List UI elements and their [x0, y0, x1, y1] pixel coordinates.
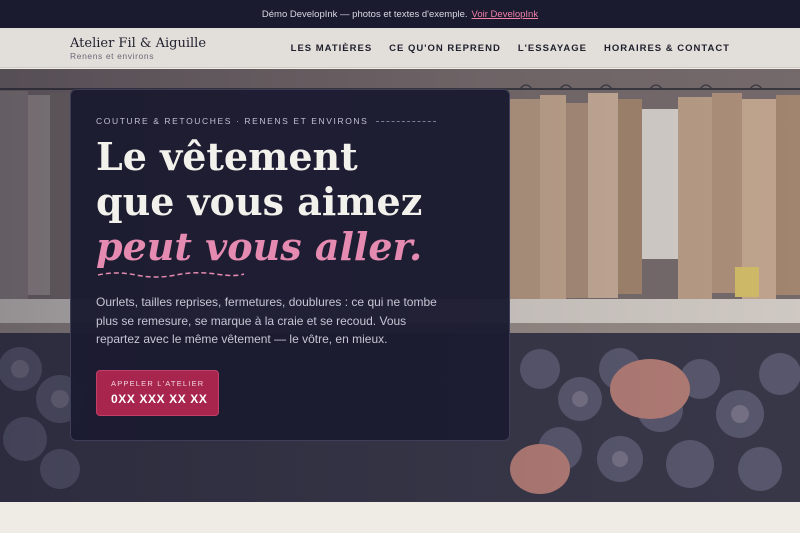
hero-description: Ourlets, tailles reprises, fermetures, d…	[96, 295, 437, 346]
main-nav: LES MATIÈRES CE QU'ON REPREND L'ESSAYAGE…	[291, 28, 730, 68]
cta-phone-number: 0XX XXX XX XX	[111, 392, 208, 406]
headline-line-2: que vous aimez	[96, 179, 423, 224]
cta-label: APPELER L'ATELIER	[111, 379, 205, 388]
headline-accent: peut vous aller.	[96, 224, 423, 269]
brand-subtitle: Renens et environs	[70, 51, 155, 61]
eyebrow-dash	[376, 120, 437, 122]
hero-card: COUTURE & RETOUCHES · RENENS ET ENVIRONS…	[70, 89, 510, 441]
squiggle-underline-icon	[97, 271, 245, 278]
eyebrow-row: COUTURE & RETOUCHES · RENENS ET ENVIRONS	[96, 116, 437, 126]
brand-name: Atelier Fil & Aiguille	[70, 36, 207, 51]
next-section-edge	[0, 502, 800, 533]
nav-item-contact[interactable]: HORAIRES & CONTACT	[604, 43, 730, 54]
site-header: Atelier Fil & Aiguille Renens et environ…	[0, 28, 800, 68]
hero-section: COUTURE & RETOUCHES · RENENS ET ENVIRONS…	[0, 69, 800, 502]
call-atelier-button[interactable]: APPELER L'ATELIER 0XX XXX XX XX	[96, 370, 219, 416]
demo-banner: Démo DevelopInk — photos et textes d'exe…	[0, 0, 800, 28]
nav-item-matieres[interactable]: LES MATIÈRES	[291, 43, 373, 54]
demo-banner-text: Démo DevelopInk — photos et textes d'exe…	[261, 8, 468, 20]
hero-eyebrow: COUTURE & RETOUCHES · RENENS ET ENVIRONS	[96, 116, 369, 126]
headline-line-1: Le vêtement	[96, 134, 358, 179]
developink-link[interactable]: Voir DevelopInk	[472, 9, 539, 20]
nav-item-reprises[interactable]: CE QU'ON REPREND	[389, 43, 501, 54]
brand-logo[interactable]: Atelier Fil & Aiguille Renens et environ…	[70, 36, 206, 61]
nav-item-essayage[interactable]: L'ESSAYAGE	[518, 43, 587, 54]
hero-headline: Le vêtement que vous aimez peut vous all…	[96, 134, 506, 269]
